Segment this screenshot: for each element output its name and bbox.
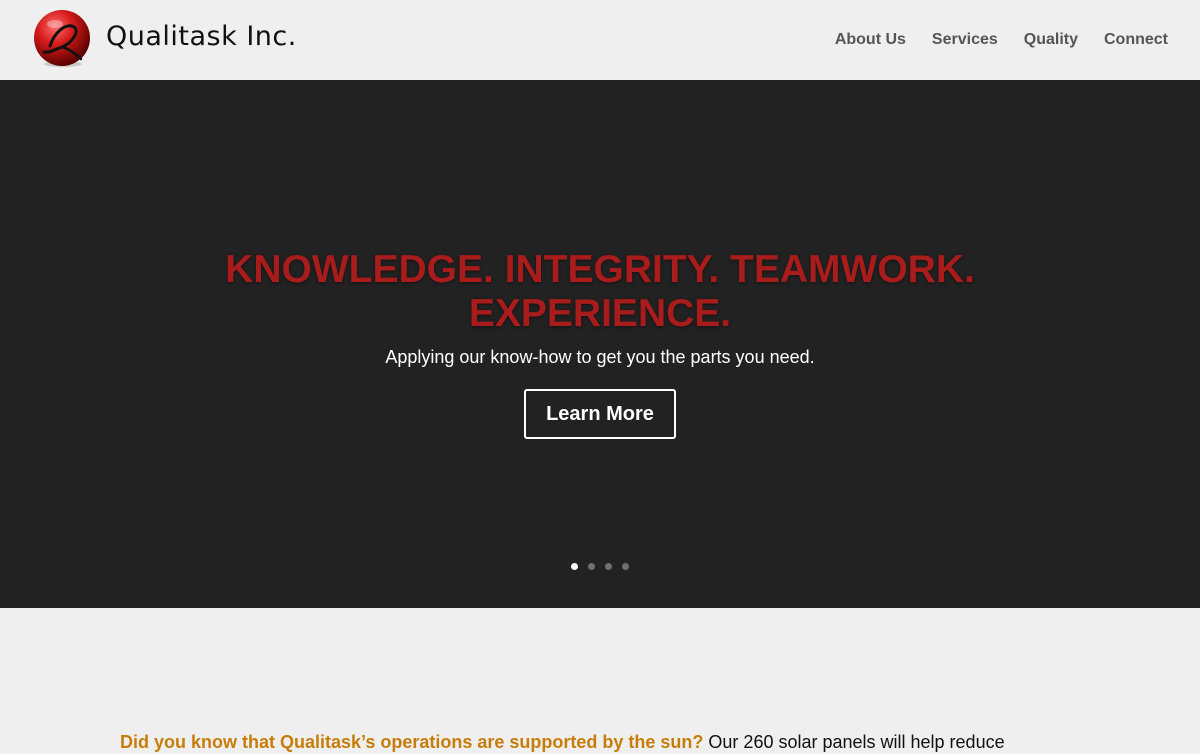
slide-dot-2[interactable] (588, 563, 595, 570)
nav-services[interactable]: Services (932, 31, 998, 49)
solar-info-text: Did you know that Qualitask’s operations… (120, 730, 1080, 754)
logo-link[interactable]: Qualitask Inc. (32, 9, 296, 69)
slide-dot-1[interactable] (571, 563, 578, 570)
hero-slider: KNOWLEDGE. INTEGRITY. TEAMWORK. EXPERIEN… (0, 80, 1200, 608)
solar-info-highlight: Did you know that Qualitask’s operations… (120, 732, 704, 752)
hero-title-line-1: KNOWLEDGE. INTEGRITY. TEAMWORK. (225, 248, 975, 291)
nav-connect[interactable]: Connect (1104, 31, 1168, 49)
slide-dot-3[interactable] (605, 563, 612, 570)
logo-text: Qualitask Inc. (106, 21, 297, 52)
site-header: Qualitask Inc. About Us Services Quality… (0, 0, 1200, 80)
slide-dot-4[interactable] (622, 563, 629, 570)
slider-pagination (0, 563, 1200, 570)
qualitask-logo-icon (34, 10, 90, 67)
solar-info-body: Our 260 solar panels will help reduce (703, 732, 1005, 752)
nav-about-us[interactable]: About Us (835, 31, 906, 49)
nav-quality[interactable]: Quality (1024, 31, 1078, 49)
hero-subtitle: Applying our know-how to get you the par… (385, 347, 815, 367)
hero-title: KNOWLEDGE. INTEGRITY. TEAMWORK. EXPERIEN… (0, 248, 1200, 336)
learn-more-button[interactable]: Learn More (524, 389, 676, 439)
hero-title-line-2: EXPERIENCE. (468, 292, 732, 335)
main-nav: About Us Services Quality Connect (809, 0, 1168, 80)
